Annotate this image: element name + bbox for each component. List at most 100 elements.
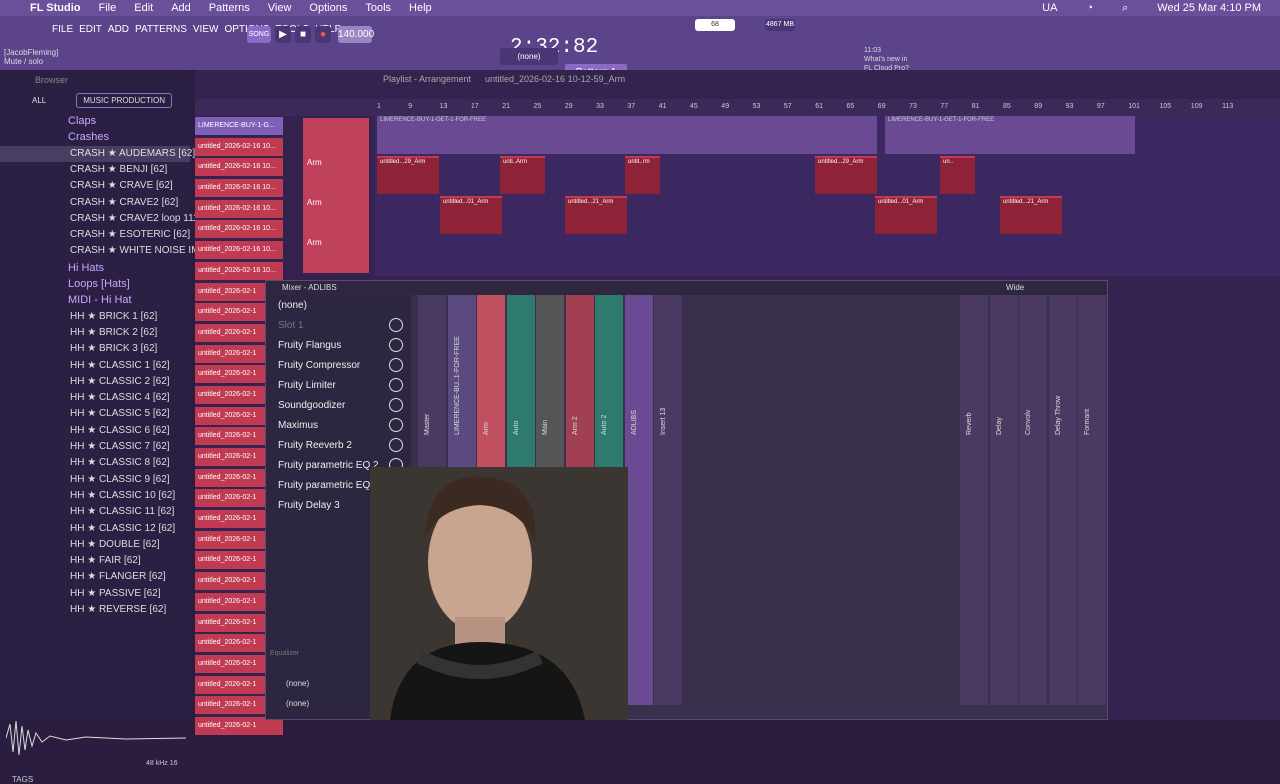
browser-file[interactable]: HH ★ REVERSE [62] [0,602,190,618]
pattern-item[interactable]: untitled_2026-02-16 10... [195,137,283,156]
pattern-item[interactable]: untitled_2026-02-16 10... [195,179,283,198]
effect-slot[interactable]: Maximus [266,415,411,435]
pattern-clip[interactable]: un.. [940,156,975,194]
browser-file[interactable]: HH ★ FAIR [62] [0,553,190,569]
menu-edit[interactable]: Edit [125,2,162,14]
mixer-strip[interactable]: Reverb [960,295,988,705]
menu-patterns[interactable]: Patterns [200,2,259,14]
effect-slot[interactable]: Fruity Limiter [266,375,411,395]
pattern-clip[interactable]: untitled...29_Arm [815,156,877,194]
menu-help[interactable]: Help [400,2,441,14]
mixer-strip[interactable]: Delay [989,295,1018,705]
pattern-item[interactable]: untitled_2026-02-16 10... [195,158,283,177]
pattern-item[interactable]: untitled_2026-02-16 10... [195,241,283,260]
fl-menu-add[interactable]: ADD [108,24,129,35]
browser-file[interactable]: CRASH ★ CRAVE2 [62] [0,195,190,211]
datetime[interactable]: Wed 25 Mar 4:10 PM [1148,2,1270,14]
tags-label[interactable]: TAGS [12,775,33,784]
output-none[interactable]: (none) [286,679,309,688]
menu-options[interactable]: Options [300,2,356,14]
mixer-strip[interactable]: Insert 13 [654,295,682,705]
timeline-ruler[interactable]: 1 9 13 17 21 25 29 33 37 41 45 49 53 57 61 65 69 73 77 81 85… [195,99,1280,116]
effect-slot[interactable]: Fruity Compressor [266,355,411,375]
browser-file[interactable]: CRASH ★ WHITE NOISE IMPACT [62] [0,243,245,259]
slot-mix-knob[interactable] [389,338,403,352]
menu-tools[interactable]: Tools [356,2,400,14]
browser-folder[interactable]: Hi Hats [0,260,190,276]
slot-mix-knob[interactable] [389,358,403,372]
browser-file[interactable]: HH ★ PASSIVE [62] [0,586,190,602]
record-button[interactable]: ● [315,26,331,43]
pattern-item[interactable]: untitled_2026-02-16 10... [195,261,283,280]
lang-indicator[interactable]: UA [1033,2,1066,14]
pattern-item[interactable]: untitled_2026-02-16 10... [195,220,283,239]
effect-slot[interactable]: Fruity Flangus [266,335,411,355]
search-icon[interactable]: ⌕ [1113,2,1137,15]
browser-file[interactable]: HH ★ CLASSIC 9 [62] [0,472,190,488]
browser-file[interactable]: HH ★ CLASSIC 8 [62] [0,455,190,471]
output-none-2[interactable]: (none) [286,699,309,708]
browser-file[interactable]: CRASH ★ ESOTERIC [62] [0,227,190,243]
mixer-layout-wide[interactable]: Wide [1006,283,1024,292]
track-label[interactable]: Arm [307,238,322,247]
menu-app[interactable]: FL Studio [21,2,90,14]
play-button[interactable]: ▶ [275,26,291,43]
effect-slot[interactable]: Soundgoodizer [266,395,411,415]
pattern-item[interactable]: LIMERENCE-BUY-1-G... [195,117,283,135]
fl-menu-view[interactable]: VIEW [193,24,219,35]
menu-add[interactable]: Add [162,2,200,14]
track-label[interactable]: Arm [307,198,322,207]
pattern-clip[interactable]: untitled...21_Arm [565,196,627,234]
browser-folder[interactable]: Crashes [0,129,190,145]
browser-file[interactable]: HH ★ CLASSIC 7 [62] [0,439,190,455]
browser-file[interactable]: HH ★ CLASSIC 2 [62] [0,374,190,390]
browser-file[interactable]: HH ★ BRICK 3 [62] [0,341,190,357]
browser-file[interactable]: CRASH ★ CRAVE [62] [0,178,190,194]
menu-file[interactable]: File [90,2,126,14]
pattern-clip[interactable]: unti..Arm [500,156,545,194]
slot-mix-knob[interactable] [389,378,403,392]
tempo-display[interactable]: 140.000 [338,26,374,43]
tab-all[interactable]: ALL [32,96,46,105]
song-mode-button[interactable]: SONG [247,26,271,43]
browser-file[interactable]: HH ★ FLANGER [62] [0,569,190,585]
mixer-strip[interactable]: Convolv [1019,295,1047,705]
wifi-icon[interactable]: ◔ [1077,2,1102,14]
browser-file[interactable]: HH ★ CLASSIC 4 [62] [0,390,190,406]
menu-view[interactable]: View [259,2,301,14]
pattern-clip[interactable]: untitled...01_Arm [440,196,502,234]
mixer-titlebar[interactable]: Mixer - ADLIBS Wide [266,281,1107,295]
audio-clip[interactable]: LIMERENCE-BUY-1-GET-1-FOR-FREE [885,116,1135,154]
pattern-item[interactable]: untitled_2026-02-16 10... [195,199,283,218]
news-panel[interactable]: 11:03 What's new in FL Cloud Pro? [864,46,909,73]
browser-file[interactable]: CRASH ★ AUDEMARS [62] [0,145,195,162]
browser-folder[interactable]: MIDI - Hi Hat [0,292,190,308]
slot-mix-knob[interactable] [389,438,403,452]
browser-file[interactable]: HH ★ CLASSIC 1 [62] [0,358,190,374]
effect-slot[interactable]: Slot 1 [266,315,411,335]
fl-menu-edit[interactable]: EDIT [79,24,102,35]
browser-file[interactable]: HH ★ BRICK 1 [62] [0,309,190,325]
slot-mix-knob[interactable] [389,318,403,332]
stop-button[interactable]: ■ [295,26,311,43]
slot-mix-knob[interactable] [389,398,403,412]
browser-folder[interactable]: Claps [0,113,190,129]
track-label[interactable]: Arm [307,158,322,167]
snap-select[interactable]: (none) [500,48,558,65]
pattern-clip[interactable]: untitled...29_Arm [377,156,439,194]
preset-select[interactable]: (none) [266,295,411,315]
effect-slot[interactable]: Fruity Reeverb 2 [266,435,411,455]
slot-mix-knob[interactable] [389,418,403,432]
mixer-strip[interactable]: ADLIBS [624,295,653,705]
browser-file[interactable]: CRASH ★ BENJI [62] [0,162,190,178]
pattern-clip[interactable]: untitled...01_Arm [875,196,937,234]
browser-file[interactable]: HH ★ CLASSIC 5 [62] [0,406,190,422]
audio-clip[interactable]: LIMERENCE-BUY-1-GET-1-FOR-FREE [377,116,877,154]
pattern-clip[interactable]: untit..rm [625,156,660,194]
fl-menu-file[interactable]: FILE [52,24,73,35]
mixer-strip[interactable]: Delay Throw [1048,295,1077,705]
browser-file[interactable]: HH ★ BRICK 2 [62] [0,325,190,341]
browser-file[interactable]: HH ★ CLASSIC 6 [62] [0,423,190,439]
pattern-clip[interactable]: untitled...21_Arm [1000,196,1062,234]
fl-menu-patterns[interactable]: PATTERNS [135,24,187,35]
